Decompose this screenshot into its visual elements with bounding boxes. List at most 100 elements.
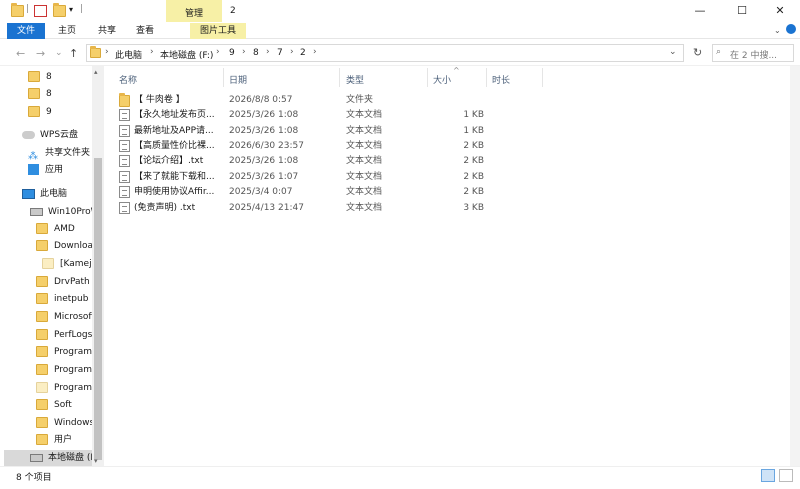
sidebar-item[interactable]: Windows	[36, 415, 92, 432]
tab-picture-tools[interactable]: 图片工具	[190, 23, 246, 39]
column-divider[interactable]	[486, 68, 487, 87]
search-icon: ⌕	[716, 47, 722, 57]
sort-indicator-icon: ^	[453, 66, 460, 75]
sidebar-item-label: Downloads	[54, 241, 92, 251]
file-name: 申明使用协议Affir...	[134, 187, 215, 197]
sidebar-item[interactable]: [Kamejima	[42, 256, 92, 273]
tab-share[interactable]: 共享	[92, 23, 122, 39]
recent-locations-button[interactable]: ⌄	[55, 48, 63, 58]
file-size: 2 KB	[463, 172, 484, 182]
address-dropdown-icon[interactable]: ⌄	[669, 47, 677, 57]
sidebar-item-label: 应用	[45, 165, 64, 175]
divider: |	[26, 4, 30, 14]
breadcrumb-item[interactable]: 9	[229, 48, 235, 58]
folder-icon	[90, 46, 101, 58]
navigation-pane[interactable]: 8 8 9 WPS云盘 ⁂ 共享文件夹 应用 此电脑 Win10ProWorkst…	[0, 66, 104, 466]
tab-home[interactable]: 主页	[52, 23, 82, 39]
breadcrumb-item[interactable]: 此电脑	[115, 48, 142, 61]
sidebar-item[interactable]: inetpub	[36, 291, 92, 308]
text-file-icon	[119, 202, 130, 214]
text-file-icon	[119, 171, 130, 183]
scroll-up-icon[interactable]: ▴	[94, 68, 98, 76]
folder-icon	[36, 293, 48, 304]
sidebar-item-label: 共享文件夹	[45, 148, 91, 158]
file-size: 3 KB	[463, 203, 484, 213]
window-title: 2	[230, 6, 236, 16]
breadcrumb-separator: ›	[290, 47, 294, 57]
up-button[interactable]: ↑	[69, 47, 78, 60]
sidebar-item[interactable]: Microsoft	[36, 309, 92, 326]
file-type: 文件夹	[346, 95, 374, 105]
column-header-size[interactable]: 大小	[433, 73, 451, 86]
column-header-name[interactable]: 名称	[119, 73, 137, 86]
column-divider[interactable]	[542, 68, 543, 87]
sidebar-item-label: DrvPath	[54, 277, 90, 287]
sidebar-item[interactable]: Program	[36, 362, 92, 379]
sidebar-item-drive-f[interactable]: 本地磁盘 (F:)	[30, 450, 92, 466]
sidebar-item[interactable]: AMD	[36, 221, 92, 238]
search-placeholder: 在 2 中搜...	[730, 51, 778, 61]
text-file-icon	[119, 125, 130, 137]
close-button[interactable]: ✕	[760, 0, 800, 22]
folder-icon	[28, 106, 40, 117]
sidebar-item[interactable]: 用户	[36, 432, 92, 449]
forward-button[interactable]: →	[36, 47, 45, 60]
column-divider[interactable]	[427, 68, 428, 87]
share-icon: ⁂	[28, 150, 38, 162]
breadcrumb-separator: ›	[216, 47, 220, 57]
folder-icon	[36, 276, 48, 287]
details-view-icon[interactable]	[761, 469, 775, 482]
sidebar-item-label: Soft	[54, 400, 72, 410]
column-divider[interactable]	[223, 68, 224, 87]
new-folder-icon[interactable]	[53, 3, 66, 17]
file-type: 文本文档	[346, 110, 383, 120]
sidebar-item[interactable]: PerfLogs	[36, 327, 92, 344]
ribbon-expand-icon[interactable]: ⌄	[774, 26, 781, 35]
column-divider[interactable]	[339, 68, 340, 87]
file-type: 文本文档	[346, 141, 383, 151]
tab-view[interactable]: 查看	[130, 23, 160, 39]
text-file-icon	[119, 109, 130, 121]
sidebar-item-label: [Kamejima	[60, 259, 92, 269]
refresh-button[interactable]: ↻	[693, 46, 702, 59]
sidebar-item-label: Program	[54, 347, 92, 357]
scroll-down-icon[interactable]: ▾	[94, 457, 98, 465]
sidebar-item-label: 8	[46, 89, 52, 99]
maximize-button[interactable]: ☐	[722, 0, 762, 22]
sidebar-item[interactable]: Downloads	[36, 238, 92, 255]
folder-icon	[11, 3, 24, 17]
sidebar-item[interactable]: ProgramD	[36, 380, 92, 397]
folder-icon	[36, 434, 48, 445]
sidebar-item[interactable]: DrvPath	[36, 274, 92, 291]
folder-icon	[36, 240, 48, 251]
customize-toolbar-icon[interactable]: ▾	[69, 5, 73, 14]
minimize-button[interactable]: —	[680, 0, 720, 22]
file-date: 2025/3/26 1:08	[229, 156, 299, 166]
sidebar-item-drive[interactable]: Win10ProWorkstation	[30, 204, 92, 221]
pc-icon	[22, 188, 35, 199]
large-icons-view-icon[interactable]	[779, 469, 793, 482]
breadcrumb-item[interactable]: 2	[300, 48, 306, 58]
sidebar-item-label: PerfLogs	[54, 330, 92, 340]
sidebar-item[interactable]: Program	[36, 344, 92, 361]
sidebar-item[interactable]: Soft	[36, 397, 92, 414]
sidebar-item-label: AMD	[54, 224, 75, 234]
back-button[interactable]: ←	[16, 47, 25, 60]
help-icon[interactable]	[786, 24, 796, 34]
folder-icon	[36, 346, 48, 357]
tab-file[interactable]: 文件	[7, 23, 45, 39]
column-header-duration[interactable]: 时长	[492, 73, 510, 86]
nav-scrollbar-thumb[interactable]	[94, 158, 102, 460]
file-size: 1 KB	[463, 126, 484, 136]
breadcrumb-item[interactable]: 8	[253, 48, 259, 58]
folder-icon	[28, 71, 40, 82]
properties-icon[interactable]	[34, 5, 47, 17]
breadcrumb-item[interactable]: 7	[277, 48, 283, 58]
breadcrumb-separator: ›	[105, 47, 109, 57]
file-date: 2026/6/30 23:57	[229, 141, 304, 151]
sidebar-item-label: 此电脑	[40, 189, 68, 199]
column-header-type[interactable]: 类型	[346, 73, 364, 86]
breadcrumb-item[interactable]: 本地磁盘 (F:)	[160, 48, 213, 61]
column-header-date[interactable]: 日期	[229, 73, 247, 86]
text-file-icon	[119, 140, 130, 152]
